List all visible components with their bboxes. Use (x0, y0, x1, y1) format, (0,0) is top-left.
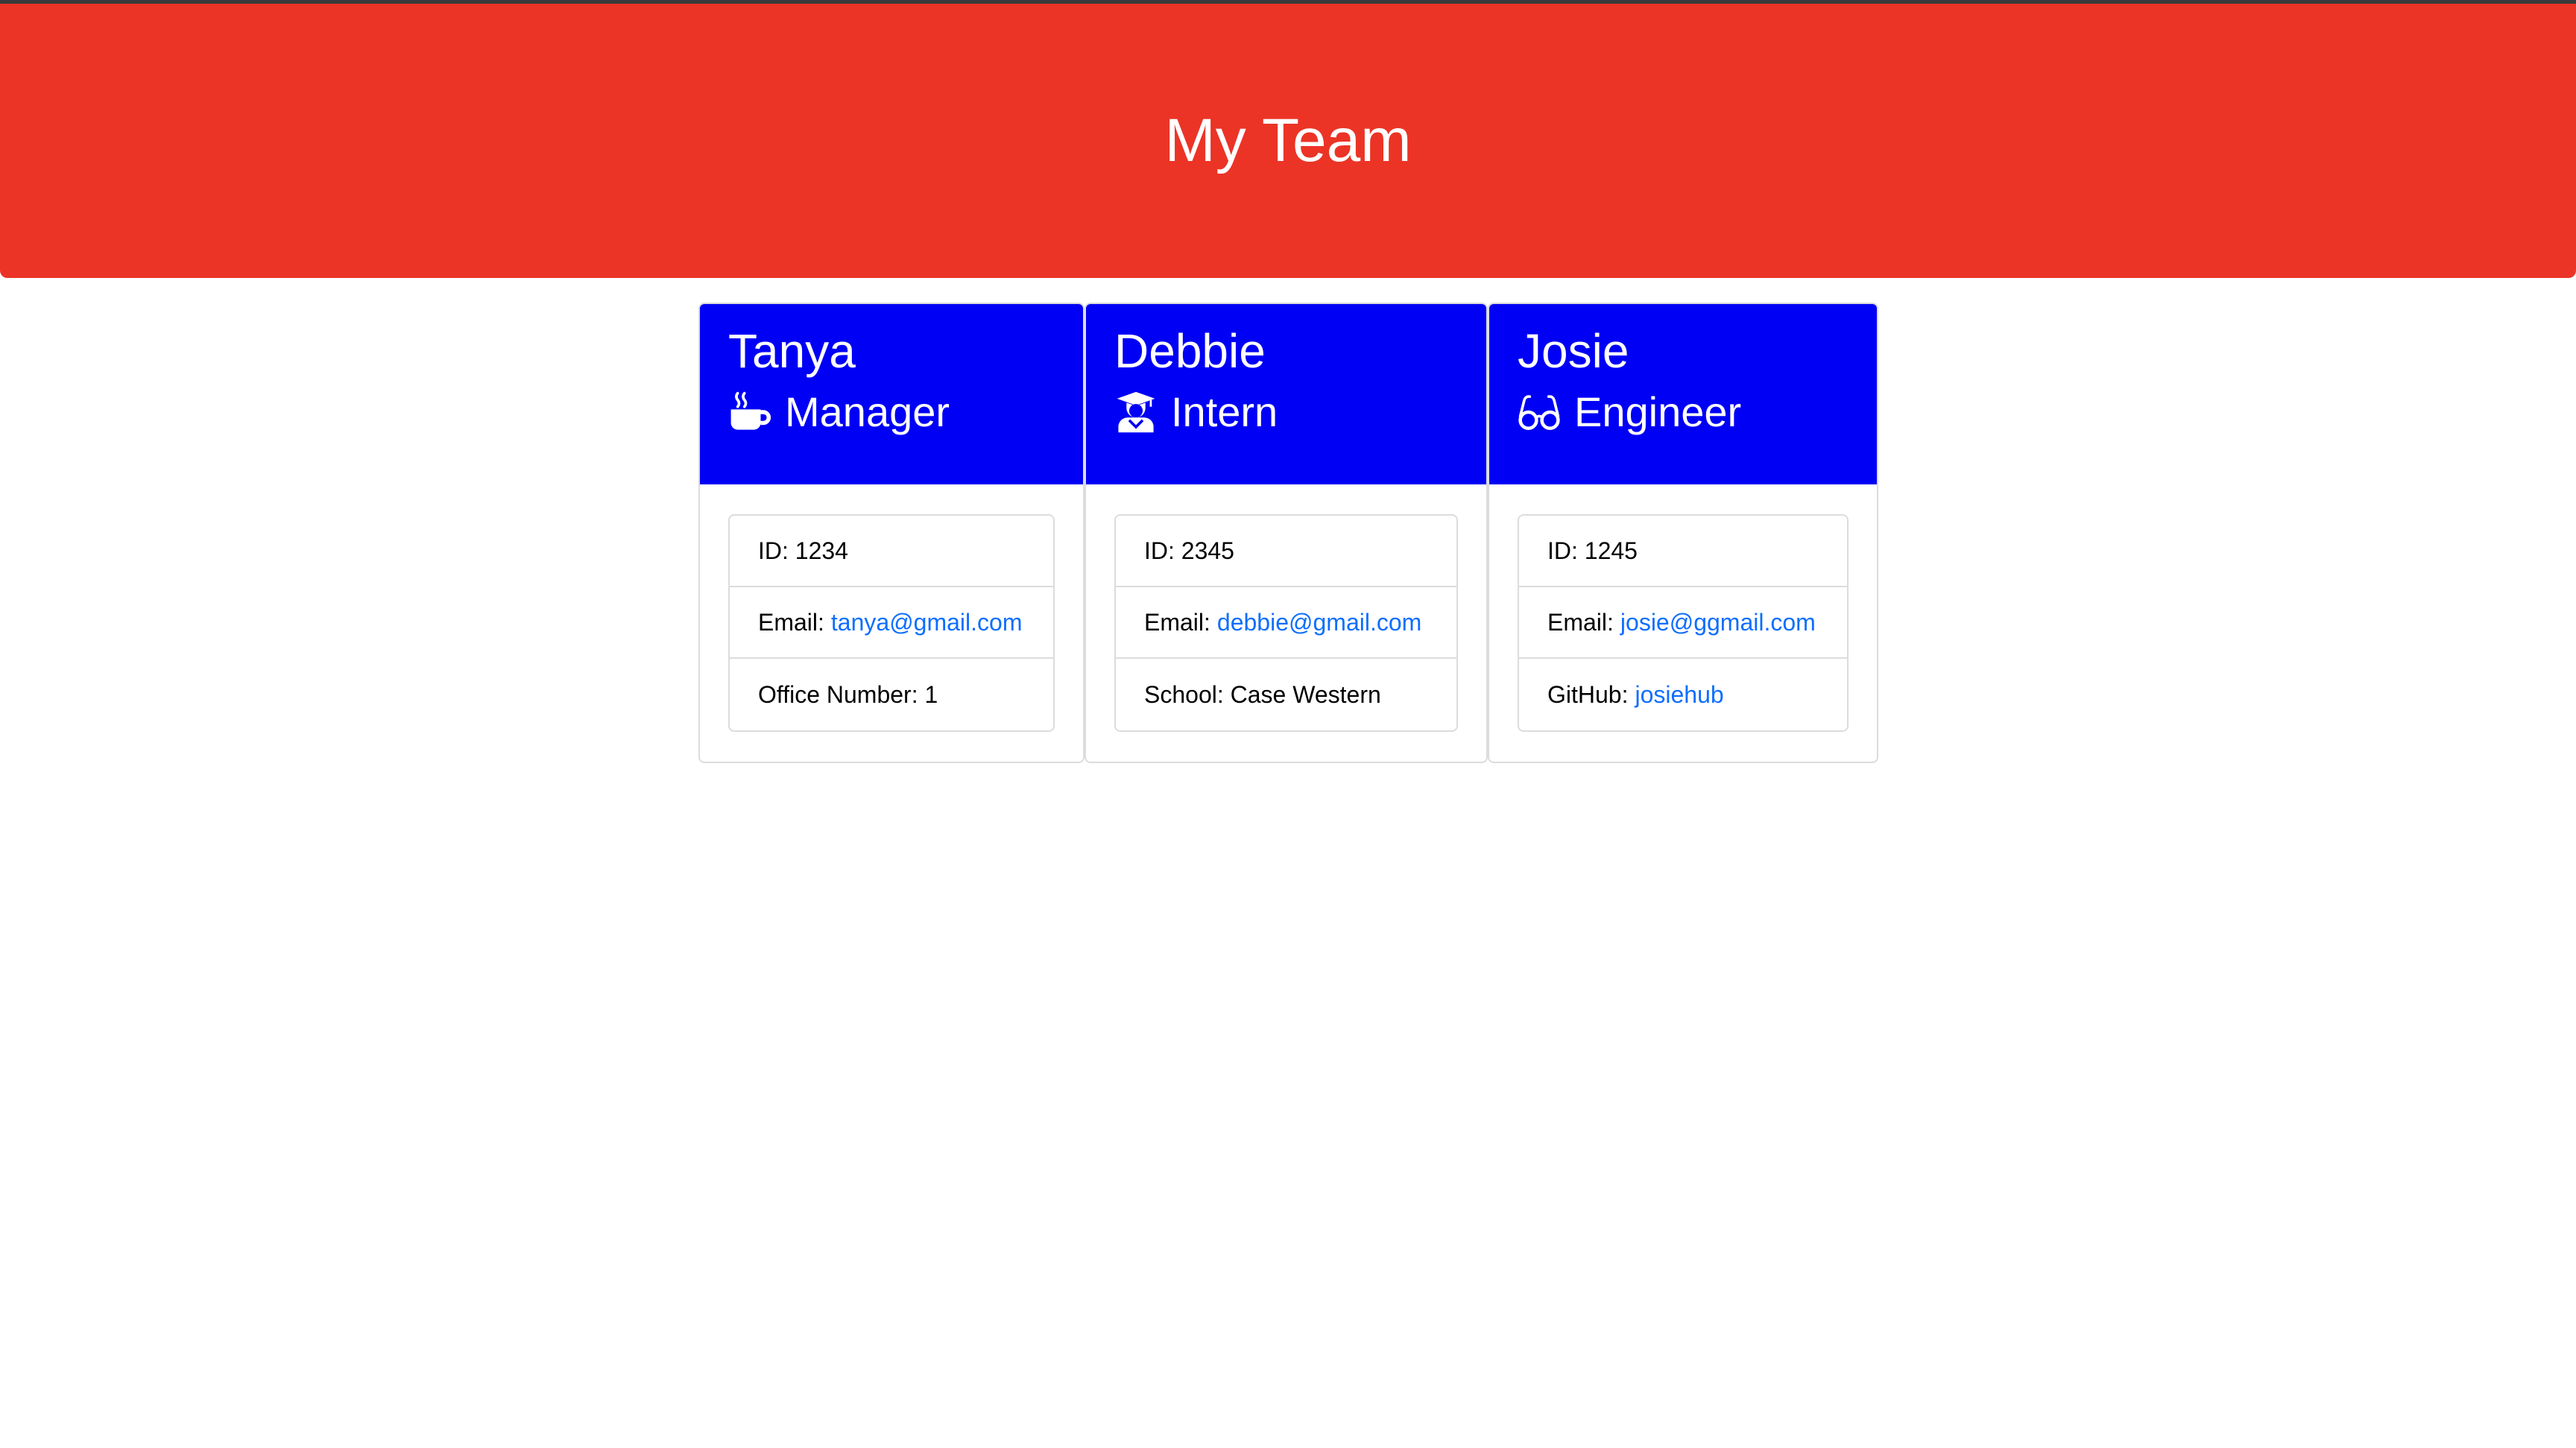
page-header: My Team (0, 4, 2576, 278)
card-header: Debbie Intern (1086, 304, 1486, 484)
employee-card-intern: Debbie Intern ID: 2345 Email: debbie@gma… (1085, 303, 1488, 763)
employee-role: Intern (1114, 389, 1486, 435)
list-item-office-number: Office Number: 1 (730, 659, 1053, 730)
role-label: Intern (1171, 388, 1278, 436)
github-link[interactable]: josiehub (1635, 681, 1723, 709)
list-item-id: ID: 2345 (1116, 516, 1456, 587)
page-title: My Team (1164, 107, 1412, 174)
role-label: Engineer (1574, 388, 1742, 436)
employee-id: ID: 1245 (1547, 537, 1638, 564)
card-header: Josie Engineer (1489, 304, 1877, 484)
employee-card-engineer: Josie Engineer ID: 1245 Email: josie@ggm… (1488, 303, 1878, 763)
email-label: Email: (1144, 608, 1210, 636)
employee-role: Manager (728, 389, 1083, 435)
email-link[interactable]: josie@ggmail.com (1620, 609, 1816, 636)
role-label: Manager (785, 388, 950, 436)
office-number: Office Number: 1 (758, 680, 938, 708)
email-label: Email: (1547, 608, 1614, 636)
mug-hot-icon (728, 391, 771, 434)
list-item-school: School: Case Western (1116, 659, 1456, 730)
employee-name: Josie (1518, 324, 1629, 378)
github-label: GitHub: (1547, 680, 1629, 708)
email-link[interactable]: tanya@gmail.com (831, 609, 1023, 636)
graduate-icon (1114, 391, 1158, 434)
employee-id: ID: 2345 (1144, 537, 1234, 564)
card-body: ID: 1245 Email: josie@ggmail.com GitHub:… (1489, 484, 1877, 760)
school: School: Case Western (1144, 680, 1381, 708)
employee-name: Tanya (728, 324, 856, 378)
employee-details-list: ID: 2345 Email: debbie@gmail.com School:… (1114, 514, 1458, 732)
list-item-id: ID: 1234 (730, 516, 1053, 587)
employee-details-list: ID: 1245 Email: josie@ggmail.com GitHub:… (1518, 514, 1849, 732)
employee-card-manager: Tanya Manager ID: 1234 Email: tanya@gmai… (698, 303, 1085, 763)
employee-id: ID: 1234 (758, 537, 848, 564)
email-link[interactable]: debbie@gmail.com (1217, 609, 1421, 636)
employee-name: Debbie (1114, 324, 1266, 378)
email-label: Email: (758, 608, 824, 636)
list-item-github: GitHub: josiehub (1519, 659, 1847, 730)
team-cards: Tanya Manager ID: 1234 Email: tanya@gmai… (0, 303, 2576, 765)
employee-role: Engineer (1518, 389, 1877, 435)
list-item-id: ID: 1245 (1519, 516, 1847, 587)
card-header: Tanya Manager (700, 304, 1083, 484)
list-item-email: Email: josie@ggmail.com (1519, 587, 1847, 659)
list-item-email: Email: tanya@gmail.com (730, 587, 1053, 659)
employee-details-list: ID: 1234 Email: tanya@gmail.com Office N… (728, 514, 1055, 732)
glasses-icon (1518, 391, 1561, 434)
list-item-email: Email: debbie@gmail.com (1116, 587, 1456, 659)
card-body: ID: 1234 Email: tanya@gmail.com Office N… (700, 484, 1083, 760)
card-body: ID: 2345 Email: debbie@gmail.com School:… (1086, 484, 1486, 760)
